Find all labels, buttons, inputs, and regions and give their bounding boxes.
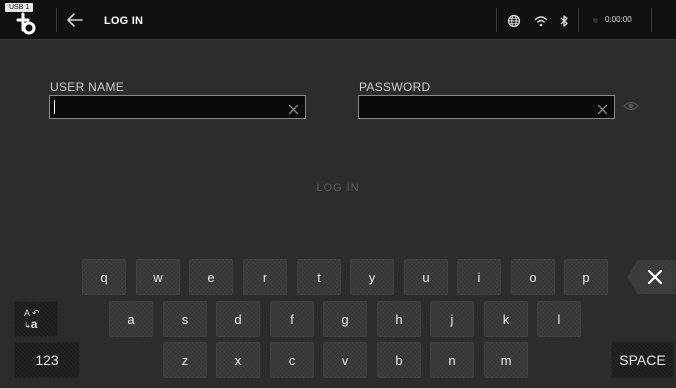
key-o[interactable]: o [511,259,555,295]
topbar-divider [578,8,579,32]
key-e[interactable]: e [189,259,233,295]
topbar-divider [56,8,57,32]
logo-icon[interactable] [14,10,48,38]
space-key[interactable]: SPACE [611,342,674,378]
backspace-icon[interactable] [626,259,676,295]
username-label: USER NAME [50,80,125,94]
key-t[interactable]: t [297,259,341,295]
password-field-container [358,95,615,119]
username-field-container [49,95,306,119]
key-c[interactable]: c [270,342,314,378]
key-h[interactable]: h [377,301,421,337]
topbar-divider [496,8,497,32]
key-z[interactable]: z [163,342,207,378]
key-x[interactable]: x [216,342,260,378]
key-r[interactable]: r [243,259,287,295]
key-i[interactable]: i [457,259,501,295]
page-title: LOG IN [104,15,144,27]
key-f[interactable]: f [270,301,314,337]
key-p[interactable]: p [564,259,608,295]
topbar-divider [651,8,652,32]
login-button[interactable]: LOG IN [300,178,376,198]
globe-icon[interactable] [507,14,521,28]
key-a[interactable]: a [109,301,153,337]
key-v[interactable]: v [323,342,367,378]
key-s[interactable]: s [163,301,207,337]
shift-lower-label: a [30,317,38,331]
key-w[interactable]: w [136,259,180,295]
key-u[interactable]: u [404,259,448,295]
key-g[interactable]: g [323,301,367,337]
text-caret [54,100,55,114]
back-arrow-icon[interactable] [64,9,86,31]
bluetooth-icon[interactable] [557,14,571,28]
playback-indicator [593,18,598,23]
key-n[interactable]: n [430,342,474,378]
password-input[interactable] [363,98,590,116]
key-k[interactable]: k [484,301,528,337]
playback-time: 0:00:00 [605,15,632,24]
key-b[interactable]: b [377,342,421,378]
shift-icon: A ↶ ↳a [24,308,40,331]
password-label: PASSWORD [359,80,431,94]
numbers-key[interactable]: 123 [14,342,80,378]
key-m[interactable]: m [484,342,528,378]
shift-key[interactable]: A ↶ ↳a [14,301,58,337]
key-q[interactable]: q [82,259,126,295]
eye-icon[interactable] [623,99,639,111]
key-d[interactable]: d [216,301,260,337]
clear-username-icon[interactable] [288,102,299,115]
key-l[interactable]: l [537,301,581,337]
wifi-icon[interactable] [534,14,548,28]
key-j[interactable]: j [430,301,474,337]
login-screen: USB 1 LOG IN 0:00:00 USER NAME PASSWORD … [0,0,676,388]
clear-password-icon[interactable] [597,102,608,115]
top-bar: USB 1 LOG IN 0:00:00 [0,0,676,40]
username-input[interactable] [54,98,281,116]
key-y[interactable]: y [350,259,394,295]
